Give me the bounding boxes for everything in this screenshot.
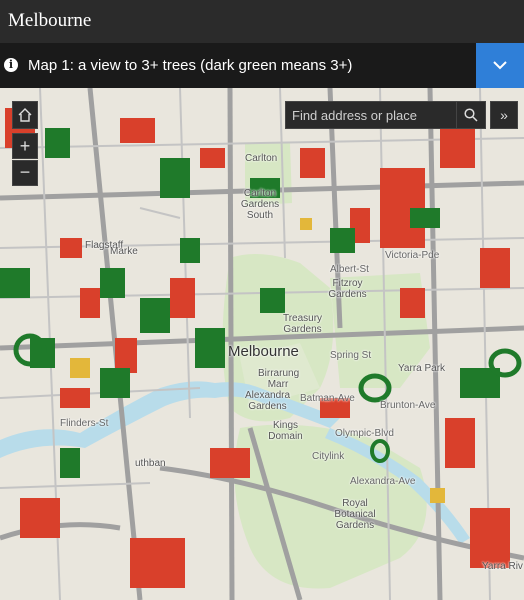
map-label-fitzroy-gardens: Fitzroy Gardens bbox=[328, 278, 367, 300]
map-info-bar: i Map 1: a view to 3+ trees (dark green … bbox=[0, 43, 524, 88]
map-label-kings-domain: Kings Domain bbox=[268, 420, 303, 442]
expand-panel-button[interactable] bbox=[476, 43, 524, 88]
map-label-birrarung-marr: Birrarung Marr bbox=[258, 368, 300, 390]
map-label-treasury-gardens: Treasury Gardens bbox=[282, 313, 323, 335]
search-button[interactable] bbox=[456, 102, 485, 128]
home-button[interactable] bbox=[12, 101, 38, 129]
zoom-in-button[interactable]: + bbox=[12, 133, 38, 159]
home-icon bbox=[18, 108, 32, 122]
map-label-yarra-riv: Yarra Riv bbox=[482, 561, 523, 572]
collapse-panel-button[interactable]: » bbox=[490, 101, 518, 129]
info-icon[interactable]: i bbox=[4, 58, 18, 72]
map-view[interactable]: Carlton Carlton Gardens South Fitzroy Ga… bbox=[0, 88, 524, 600]
map-label-batman-ave: Batman-Ave bbox=[300, 393, 355, 404]
map-label-victoria-pde: Victoria-Pde bbox=[385, 250, 440, 261]
map-label-albert-st: Albert-St bbox=[330, 264, 369, 275]
map-label-alexandra-gardens: Alexandra Gardens bbox=[245, 390, 291, 412]
map-label-carlton-gardens: Carlton Gardens South bbox=[240, 188, 280, 221]
map-label-southbank: uthban bbox=[135, 458, 166, 469]
map-label-market: Marke bbox=[110, 246, 138, 257]
map-label-carlton: Carlton bbox=[245, 153, 278, 164]
map-label-flinders-st: Flinders-St bbox=[60, 418, 109, 429]
zoom-out-button[interactable]: − bbox=[12, 160, 38, 186]
map-label-citylink: Citylink bbox=[312, 451, 345, 462]
map-label-brunton-ave: Brunton-Ave bbox=[380, 400, 436, 411]
map-label-spring-st: Spring St bbox=[330, 350, 372, 361]
map-label-yarra-park: Yarra Park bbox=[398, 363, 446, 374]
app-header: Melbourne bbox=[0, 0, 524, 43]
search-icon bbox=[464, 108, 478, 122]
app-title: Melbourne bbox=[8, 10, 92, 31]
map-caption: Map 1: a view to 3+ trees (dark green me… bbox=[28, 57, 353, 74]
search-widget bbox=[285, 101, 486, 129]
search-input[interactable] bbox=[286, 102, 456, 128]
map-label-royal-botanical-gardens: Royal Botanical Gardens bbox=[334, 498, 376, 531]
map-label-melbourne: Melbourne bbox=[228, 343, 299, 360]
map-label-olympic-blvd: Olympic-Blvd bbox=[335, 428, 394, 439]
map-label-alexandra-ave: Alexandra-Ave bbox=[350, 476, 416, 487]
chevron-down-icon bbox=[493, 61, 507, 70]
